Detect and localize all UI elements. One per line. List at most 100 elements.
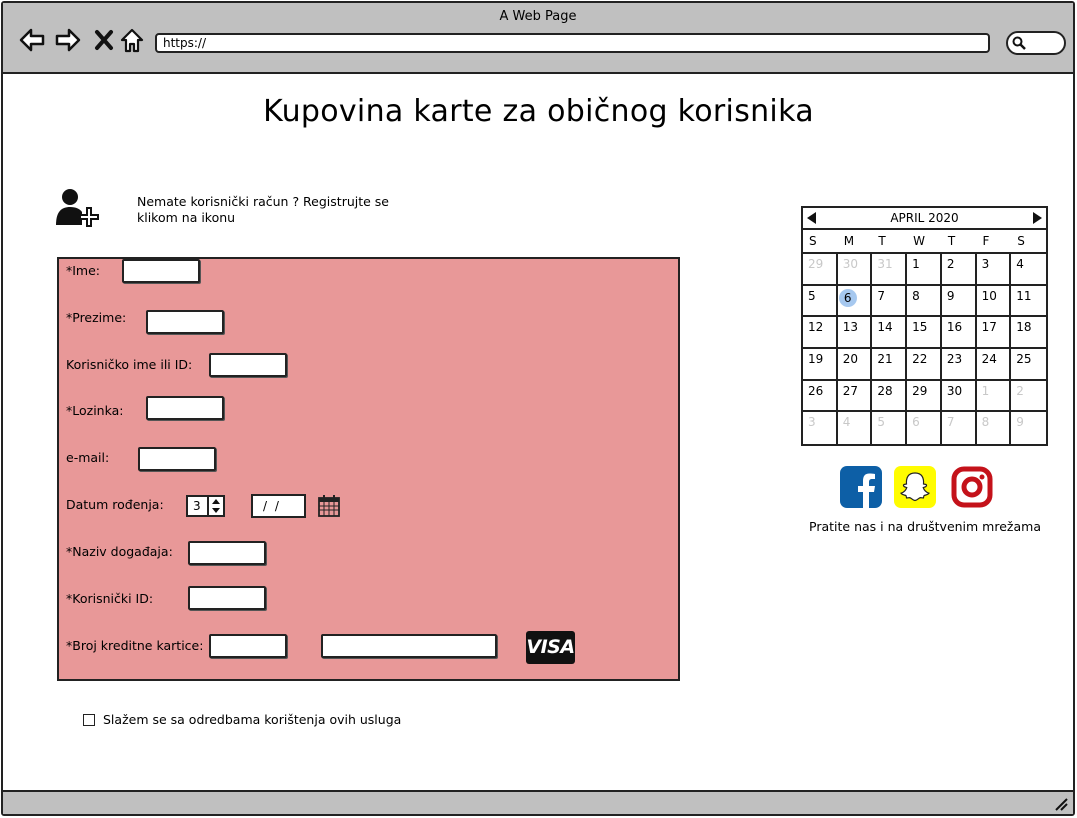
calendar-day-number: 2 [1016, 383, 1024, 398]
calendar-day[interactable]: 4 [1011, 254, 1046, 286]
calendar-day-number: 25 [1016, 351, 1032, 366]
calendar-day[interactable]: 25 [1011, 349, 1046, 381]
calendar-day[interactable]: 18 [1011, 317, 1046, 349]
forward-icon[interactable] [53, 25, 83, 55]
calendar-day[interactable]: 3 [803, 412, 838, 444]
next-month-icon[interactable] [1033, 212, 1042, 224]
browser-search-input[interactable] [1006, 31, 1066, 55]
visa-icon: VISA [526, 631, 575, 664]
calendar-day-number: 7 [946, 415, 955, 430]
calendar-day[interactable]: 13 [837, 317, 873, 349]
card-details-input[interactable] [321, 634, 497, 658]
calendar-day[interactable]: 30 [837, 254, 873, 286]
weekday-label: F [982, 234, 990, 248]
calendar-day[interactable]: 1 [976, 380, 1012, 413]
username-input[interactable] [209, 353, 287, 377]
calendar-day[interactable]: 17 [976, 317, 1012, 349]
calendar-day[interactable]: 3 [976, 254, 1012, 286]
last-name-input[interactable] [146, 310, 224, 334]
calendar-day[interactable]: 29 [803, 254, 838, 286]
calendar-day[interactable]: 7 [942, 412, 977, 444]
home-icon[interactable] [117, 25, 147, 55]
calendar-day[interactable]: 9 [941, 285, 977, 318]
calendar-day-number: 2 [946, 257, 955, 271]
card-number-label: *Broj kreditne kartice: [66, 638, 204, 653]
email-input[interactable] [138, 447, 216, 471]
calendar-day[interactable]: 29 [907, 380, 942, 413]
calendar-day[interactable]: 19 [803, 348, 838, 381]
calendar-day[interactable]: 2 [1011, 381, 1046, 413]
calendar-day[interactable]: 20 [837, 348, 873, 381]
stepper-value: 3 [193, 499, 201, 513]
calendar-day[interactable]: 14 [872, 317, 908, 349]
url-input[interactable]: https:// [155, 33, 990, 53]
calendar-day-number: 6 [838, 288, 857, 307]
calendar-day-number: 9 [1016, 415, 1024, 430]
calendar-day-number: 6 [912, 415, 920, 430]
back-icon[interactable] [17, 25, 47, 55]
calendar-day[interactable]: 28 [872, 380, 908, 413]
calendar-day[interactable]: 31 [872, 254, 908, 286]
calendar-day[interactable]: 5 [872, 412, 908, 444]
calendar-day[interactable]: 1 [907, 254, 942, 286]
calendar-grid: 29 30 31 1 2 3 4 5 6 7 8 9 10 11 12 13 14 15 16 17 18 19 20 21 2… [803, 254, 1046, 444]
calendar-day[interactable]: 4 [838, 412, 873, 444]
facebook-icon[interactable] [840, 466, 882, 508]
resize-grip-icon[interactable] [1053, 796, 1069, 812]
calendar-day[interactable]: 5 [803, 285, 838, 318]
calendar-day-number: 11 [1016, 288, 1032, 303]
first-name-input[interactable] [122, 259, 200, 283]
calendar-day-number: 27 [842, 383, 858, 398]
window-title: A Web Page [499, 9, 577, 24]
calendar-day[interactable]: 7 [872, 285, 908, 318]
calendar-day-number: 29 [912, 383, 928, 398]
snapchat-icon[interactable] [894, 466, 936, 508]
card-number-input[interactable] [209, 634, 287, 658]
calendar-day[interactable]: 8 [907, 285, 942, 318]
birthdate-stepper[interactable]: 3 [186, 495, 225, 517]
calendar-day[interactable]: 10 [976, 285, 1012, 318]
stepper-arrows-icon[interactable] [207, 497, 223, 515]
calendar-day[interactable]: 26 [803, 380, 838, 413]
password-input[interactable] [146, 396, 224, 420]
add-user-icon[interactable] [54, 187, 106, 227]
birthdate-input[interactable]: / / [251, 494, 306, 518]
user-id-input[interactable] [188, 586, 266, 610]
calendar-day[interactable]: 6 [907, 412, 942, 444]
calendar-day-number: 21 [877, 351, 893, 366]
calendar-day[interactable]: 27 [837, 380, 873, 413]
calendar-day[interactable]: 16 [941, 317, 977, 349]
calendar-day-number: 5 [877, 415, 886, 430]
weekday-label: S [1017, 234, 1025, 248]
calendar-day[interactable]: 22 [907, 348, 942, 381]
calendar-day-number: 13 [842, 320, 858, 335]
page-title: Kupovina karte za običnog korisnika [263, 94, 814, 129]
calendar-day-number: 28 [877, 383, 893, 398]
calendar-day[interactable]: 15 [907, 317, 942, 349]
instagram-icon[interactable] [951, 466, 993, 508]
event-name-input[interactable] [188, 541, 266, 565]
user-id-label: *Korisnički ID: [66, 591, 154, 606]
calendar-day[interactable]: 8 [977, 412, 1012, 444]
calendar-day[interactable]: 9 [1011, 412, 1046, 444]
calendar-day-number: 9 [946, 288, 955, 303]
agree-checkbox[interactable]: Slažem se sa odredbama korištenja ovih u… [83, 712, 401, 727]
prev-month-icon[interactable] [807, 212, 816, 224]
calendar-day[interactable]: 11 [1011, 286, 1046, 318]
calendar-day-number: 22 [912, 351, 928, 366]
calendar-day-number: 29 [808, 257, 824, 271]
checkbox-box[interactable] [83, 713, 95, 726]
calendar-day[interactable]: 23 [941, 348, 977, 381]
calendar-day-selected[interactable]: 6 [837, 285, 873, 318]
stop-icon[interactable] [89, 25, 119, 55]
calendar-day[interactable]: 30 [941, 380, 977, 413]
status-bar [3, 790, 1073, 814]
weekday-label: M [843, 234, 855, 248]
purchase-form: *Ime: *Prezime: Korisničko ime ili ID: *… [57, 257, 680, 681]
calendar-icon[interactable] [317, 494, 341, 518]
calendar-day[interactable]: 21 [872, 348, 908, 381]
calendar-day[interactable]: 12 [803, 317, 838, 349]
calendar-day[interactable]: 2 [941, 254, 977, 286]
calendar-day[interactable]: 24 [976, 348, 1012, 381]
last-name-label: *Prezime: [66, 310, 127, 325]
